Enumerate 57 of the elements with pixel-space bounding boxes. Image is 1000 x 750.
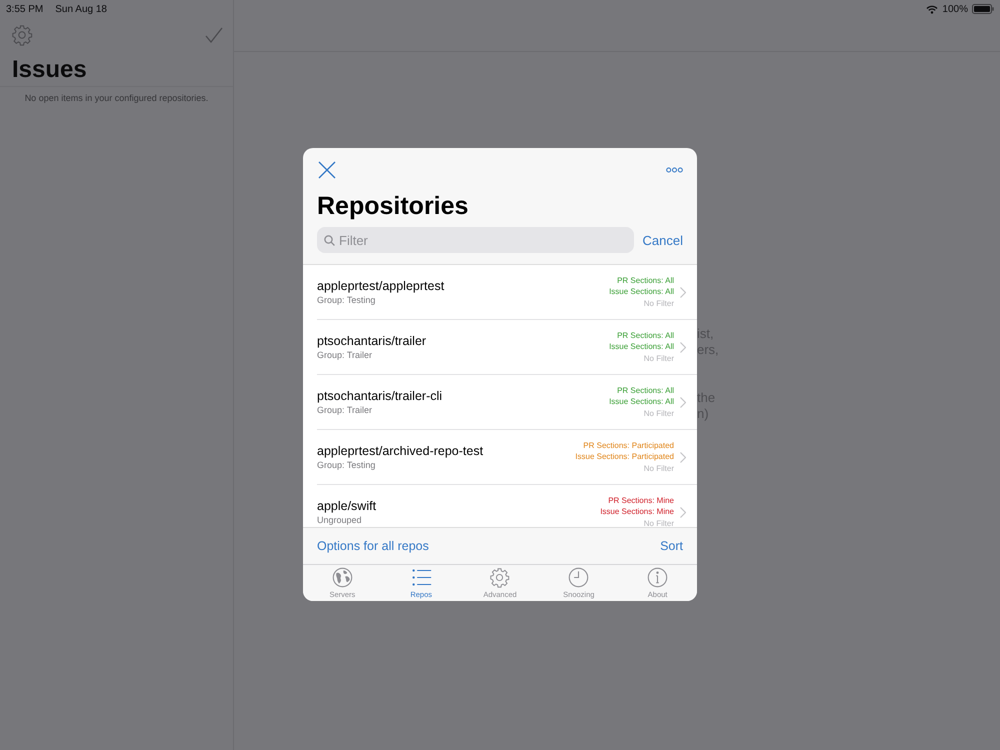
- repository-row[interactable]: ptsochantaris/trailer-cli Group: Trailer PR Sections: All Issue Sections: All No Filter: [317, 375, 697, 430]
- issue-sections: Issue Sections: All: [609, 341, 674, 353]
- close-button[interactable]: [318, 161, 336, 179]
- issue-sections: Issue Sections: All: [609, 396, 674, 408]
- repository-row[interactable]: appleprtest/archived-repo-test Group: Testing PR Sections: Participated Issue Sections: Participated No Filter: [317, 430, 697, 485]
- filter-status: No Filter: [644, 298, 674, 309]
- status-date: Sun Aug 18: [55, 4, 107, 14]
- ellipsis-icon: [666, 167, 683, 173]
- filter-status: No Filter: [644, 518, 674, 527]
- repository-name: ptsochantaris/trailer: [317, 334, 428, 348]
- sidebar-title: Issues: [12, 55, 88, 85]
- clock-icon: [568, 567, 590, 588]
- filter-status: No Filter: [644, 408, 674, 419]
- repository-row[interactable]: ptsochantaris/trailer Group: Trailer PR Sections: All Issue Sections: All No Filter: [317, 320, 697, 375]
- issue-sections: Issue Sections: Participated: [575, 451, 674, 463]
- filter-field[interactable]: Filter: [317, 227, 634, 253]
- pr-sections: PR Sections: Participated: [583, 440, 674, 452]
- checkmark-button[interactable]: [205, 27, 223, 43]
- chevron-icon: [680, 286, 686, 298]
- filter-status: No Filter: [644, 462, 674, 474]
- repository-name: appleprtest/appleprtest: [317, 279, 446, 293]
- repository-name: appleprtest/archived-repo-test: [317, 444, 484, 458]
- dialog-title: Repositories: [317, 191, 470, 222]
- repository-row[interactable]: appleprtest/appleprtest Group: Testing PR Sections: All Issue Sections: All No Filter: [317, 265, 697, 320]
- status-time: 3:55 PM: [6, 4, 44, 14]
- pr-sections: PR Sections: All: [617, 275, 674, 286]
- chevron-icon: [680, 342, 686, 352]
- repository-group: Group: Testing: [317, 295, 610, 305]
- repository-group: Ungrouped: [317, 515, 600, 525]
- more-button[interactable]: [666, 167, 683, 173]
- pr-sections: PR Sections: All: [617, 330, 674, 342]
- gear-icon: [11, 24, 33, 46]
- repository-group: Group: Trailer: [317, 405, 610, 415]
- chevron-icon: [680, 506, 686, 518]
- repository-name: ptsochantaris/trailer-cli: [317, 389, 444, 403]
- empty-message: No open items in your configured repositories.: [24, 93, 210, 103]
- checkmark-icon: [205, 27, 223, 43]
- wifi-icon: [926, 4, 938, 14]
- issue-sections: Issue Sections: Mine: [600, 506, 674, 518]
- repository-name: apple/swift: [317, 499, 378, 513]
- pr-sections: PR Sections: Mine: [608, 495, 674, 506]
- globe-icon: [332, 567, 353, 588]
- close-icon: [318, 161, 336, 179]
- filter-status: No Filter: [644, 352, 674, 364]
- repository-group: Group: Testing: [317, 460, 576, 470]
- issue-sections: Issue Sections: All: [609, 286, 674, 298]
- chevron-icon: [680, 452, 686, 462]
- options-button[interactable]: Options for all repos: [317, 539, 429, 553]
- info-icon: [647, 567, 668, 588]
- battery-icon: [972, 4, 994, 14]
- cancel-button[interactable]: Cancel: [642, 232, 683, 248]
- chevron-icon: [680, 396, 686, 408]
- sort-button[interactable]: Sort: [660, 539, 683, 553]
- gear-icon: [489, 567, 510, 588]
- repository-group: Group: Trailer: [317, 350, 610, 360]
- pr-sections: PR Sections: All: [617, 385, 674, 396]
- battery-percent: 100%: [942, 4, 968, 14]
